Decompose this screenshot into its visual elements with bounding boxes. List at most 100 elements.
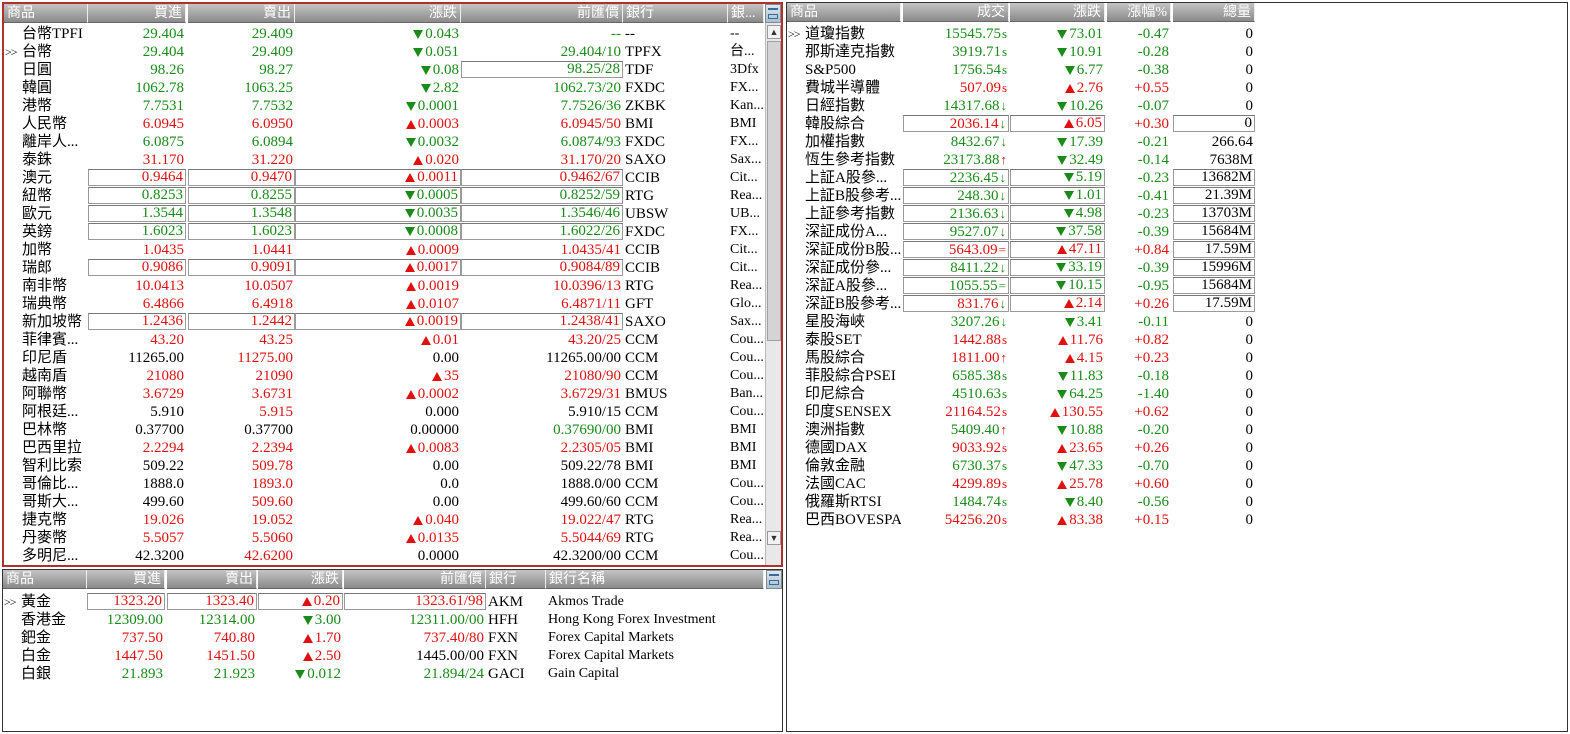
column-header-ask[interactable]: 賣出 (188, 4, 295, 23)
column-header-change[interactable]: 漲跌 (295, 4, 461, 23)
quote-row[interactable]: 人民幣 6.0945 6.0950 0.0003 6.0945/50 BMI BMI (4, 115, 781, 133)
quote-row[interactable]: 歐元 1.3544 1.3548 0.0035 1.3546/46 UBSW UB... (4, 205, 781, 223)
quote-row[interactable]: 紐幣 0.8253 0.8255 0.0005 0.8252/59 RTG Rea... (4, 187, 781, 205)
quote-row[interactable]: 泰股SET 1442.88s 11.76 +0.82 0 (787, 331, 1567, 349)
quote-row[interactable]: 台幣TPFI 29.404 29.409 0.043 -- -- -- (4, 25, 781, 43)
quote-row[interactable]: 菲律賓... 43.20 43.25 0.01 43.20/25 CCM Cou... (4, 331, 781, 349)
quote-row[interactable]: S&P500 1756.54s 6.77 -0.38 0 (787, 61, 1567, 79)
quote-row[interactable]: 瑞典幣 6.4866 6.4918 0.0107 6.4871/11 GFT Glo... (4, 295, 781, 313)
column-header-bank-name[interactable]: 銀... (728, 4, 764, 23)
column-header-ask[interactable]: 賣出 (167, 570, 257, 589)
quote-row[interactable]: 馬股綜合 1811.00↑ 4.15 +0.23 0 (787, 349, 1567, 367)
quote-row[interactable]: 俄羅斯RTSI 1484.74s 8.40 -0.56 0 (787, 493, 1567, 511)
quote-row[interactable]: 離岸人... 6.0875 6.0894 0.0032 6.0874/93 FXDC FX.… (4, 133, 781, 151)
quote-row[interactable]: 印尼綜合 4510.63s 64.25 -1.40 0 (787, 385, 1567, 403)
quote-row[interactable]: 日經指數 14317.68↓ 10.26 -0.07 0 (787, 97, 1567, 115)
indices-quote-panel[interactable]: 商品 成交 漲跌 漲幅% 總量 >> 道瓊指數 15545.75s 73.01 -0.47 0 那斯… (786, 2, 1568, 732)
column-header-last-price[interactable]: 成交 (903, 3, 1009, 22)
quote-row[interactable]: 日圓 98.26 98.27 0.08 98.25/28 TDF 3Dfx (4, 61, 781, 79)
quote-row[interactable]: 巴西BOVESPA 54256.20s 83.38 +0.15 0 (787, 511, 1567, 529)
quote-row[interactable]: 智利比索 509.22 509.78 0.00 509.22/78 BMI BMI (4, 457, 781, 475)
quote-row[interactable]: 南非幣 10.0413 10.0507 0.0019 10.0396/13 RTG Rea.… (4, 277, 781, 295)
column-header-name[interactable]: 商品 (4, 4, 88, 23)
column-header-prev-rate[interactable]: 前匯價 (461, 4, 623, 23)
column-header-bank-code[interactable]: 銀行 (486, 570, 546, 589)
forex-quote-panel[interactable]: 商品 買進 賣出 漲跌 前匯價 銀行 銀... 台幣TPFI 29.404 29.409 0.04… (2, 2, 783, 567)
quote-row[interactable]: 韓圓 1062.78 1063.25 2.82 1062.73/20 FXDC FX... (4, 79, 781, 97)
column-header-bank-code[interactable]: 銀行 (623, 4, 728, 23)
quote-row[interactable]: 恆生參考指數 23173.88↑ 32.49 -0.14 7638M (787, 151, 1567, 169)
quote-row[interactable]: 白銀 21.893 21.923 0.012 21.894/24 GACI Gain Cap… (3, 665, 782, 683)
name-cell: 台幣TPFI (20, 25, 88, 43)
quote-row[interactable]: 泰銖 31.170 31.220 0.020 31.170/20 SAXO Sax... (4, 151, 781, 169)
volume-cell: 17.59M (1173, 241, 1255, 258)
column-header-change[interactable]: 漲跌 (1010, 3, 1105, 22)
quote-row[interactable]: 越南盾 21080 21090 35 21080/90 CCM Cou... (4, 367, 781, 385)
quote-row[interactable]: 澳洲指數 5409.40↑ 10.88 -0.20 0 (787, 421, 1567, 439)
quote-row[interactable]: 菲股綜合PSEI 6585.38s 11.83 -0.18 0 (787, 367, 1567, 385)
scroll-up-icon[interactable]: ▲ (767, 25, 781, 39)
scroll-down-icon[interactable]: ▼ (767, 531, 781, 545)
column-header-bid[interactable]: 買進 (87, 570, 165, 589)
quote-row[interactable]: 印尼盾 11265.00 11275.00 0.00 11265.00/00 CCM Cou… (4, 349, 781, 367)
column-header-bid[interactable]: 買進 (88, 4, 186, 23)
quote-row[interactable]: 英鎊 1.6023 1.6023 0.0008 1.6022/26 FXDC FX... (4, 223, 781, 241)
bank-name-cell: Cou... (728, 367, 764, 385)
quote-row[interactable]: 加幣 1.0435 1.0441 0.0009 1.0435/41 CCIB Cit... (4, 241, 781, 259)
quote-row[interactable]: 法國CAC 4299.89s 25.78 +0.60 0 (787, 475, 1567, 493)
quote-row[interactable]: 德國DAX 9033.92s 23.65 +0.26 0 (787, 439, 1567, 457)
quote-row[interactable]: 澳元 0.9464 0.9470 0.0011 0.9462/67 CCIB Cit... (4, 169, 781, 187)
change-value: 2.82 (432, 80, 459, 96)
quote-row[interactable]: 深証成份參... 8411.22↓ 33.19 -0.39 15996M (787, 259, 1567, 277)
column-header-change[interactable]: 漲跌 (258, 570, 343, 589)
forex-scrollbar[interactable]: ▲ ▼ (765, 23, 781, 565)
quote-row[interactable]: 印度SENSEX 21164.52s 130.55 +0.62 0 (787, 403, 1567, 421)
column-header-name[interactable]: 商品 (3, 570, 87, 589)
quote-row[interactable]: 費城半導體 507.09s 2.76 +0.55 0 (787, 79, 1567, 97)
quote-row[interactable]: 丹麥幣 5.5057 5.5060 0.0135 5.5044/69 RTG Rea... (4, 529, 781, 547)
quote-row[interactable]: 星股海峽 3207.26↓ 3.41 -0.11 0 (787, 313, 1567, 331)
panel-settings-icon[interactable] (765, 4, 781, 23)
quote-row[interactable]: 捷克幣 19.026 19.052 0.040 19.022/47 RTG Rea... (4, 511, 781, 529)
name-value: 白銀 (21, 666, 52, 682)
quote-row[interactable]: 上証A股參... 2236.45↓ 5.19 -0.23 13682M (787, 169, 1567, 187)
column-header-name[interactable]: 商品 (787, 3, 901, 22)
metals-quote-panel[interactable]: 商品 買進 賣出 漲跌 前匯價 銀行 銀行名稱 >> 黃金 1323.20 1323.40 0.20… (2, 569, 783, 732)
quote-row[interactable]: 韓股綜合 2036.14↓ 6.05 +0.30 0 (787, 115, 1567, 133)
quote-row[interactable]: 加權指數 8432.67↓ 17.39 -0.21 266.64 (787, 133, 1567, 151)
quote-row[interactable]: 香港金 12309.00 12314.00 3.00 12311.00/00 HFH Hon… (3, 611, 782, 629)
quote-row[interactable]: 鈀金 737.50 740.80 1.70 737.40/80 FXN Forex Capi… (3, 629, 782, 647)
quote-row[interactable]: 哥斯大... 499.60 509.60 0.00 499.60/60 CCM Cou... (4, 493, 781, 511)
quote-row[interactable]: 巴西里拉 2.2294 2.2394 0.0083 2.2305/05 BMI BMI (4, 439, 781, 457)
column-header-change-pct[interactable]: 漲幅% (1107, 3, 1171, 22)
scroll-thumb[interactable] (767, 41, 781, 341)
quote-row[interactable]: 哥倫比... 1888.0 1893.0 0.0 1888.0/00 CCM Cou... (4, 475, 781, 493)
quote-row[interactable]: >> 台幣 29.404 29.409 0.051 29.404/10 TPFX 台... (4, 43, 781, 61)
quote-row[interactable]: 上証參考指數 2136.63↓ 4.98 -0.23 13703M (787, 205, 1567, 223)
quote-row[interactable]: 深証B股參考... 831.76↓ 2.14 +0.26 17.59M (787, 295, 1567, 313)
quote-row[interactable]: 巴林幣 0.37700 0.37700 0.00000 0.37690/00 BMI BMI (4, 421, 781, 439)
name-cell: 韓圓 (20, 79, 88, 97)
quote-row[interactable]: 阿根廷... 5.910 5.915 0.000 5.910/15 CCM Cou... (4, 403, 781, 421)
quote-row[interactable]: 深証成份A... 9527.07↓ 37.58 -0.39 15684M (787, 223, 1567, 241)
panel-settings-icon[interactable] (766, 570, 782, 589)
column-header-prev-rate[interactable]: 前匯價 (344, 570, 486, 589)
quote-row[interactable]: 港幣 7.7531 7.7532 0.0001 7.7526/36 ZKBK Kan... (4, 97, 781, 115)
last-price-cell: 1756.54s (903, 61, 1009, 79)
quote-row[interactable]: 倫敦金融 6730.37s 47.33 -0.70 0 (787, 457, 1567, 475)
quote-row[interactable]: 深証成份B股... 5643.09= 47.11 +0.84 17.59M (787, 241, 1567, 259)
quote-row[interactable]: 深証A股參... 1055.55= 10.15 -0.95 15684M (787, 277, 1567, 295)
tick-direction-icon: s (1001, 476, 1007, 491)
quote-row[interactable]: 瑞郎 0.9086 0.9091 0.0017 0.9084/89 CCIB Cit... (4, 259, 781, 277)
column-header-volume[interactable]: 總量 (1173, 3, 1255, 22)
quote-row[interactable]: >> 道瓊指數 15545.75s 73.01 -0.47 0 (787, 25, 1567, 43)
quote-row[interactable]: 阿聯幣 3.6729 3.6731 0.0002 3.6729/31 BMUS Ban... (4, 385, 781, 403)
bid-value: 499.60 (142, 494, 184, 510)
column-header-bank-name[interactable]: 銀行名稱 (546, 570, 764, 589)
quote-row[interactable]: >> 黃金 1323.20 1323.40 0.20 1323.61/98 AKM Akmos… (3, 593, 782, 611)
quote-row[interactable]: 多明尼... 42.3200 42.6200 0.0000 42.3200/00 CCM C… (4, 547, 781, 565)
quote-row[interactable]: 白金 1447.50 1451.50 2.50 1445.00/00 FXN Forex C… (3, 647, 782, 665)
quote-row[interactable]: 上証B股參考... 248.30↓ 1.01 -0.41 21.39M (787, 187, 1567, 205)
quote-row[interactable]: 那斯達克指數 3919.71s 10.91 -0.28 0 (787, 43, 1567, 61)
quote-row[interactable]: 新加坡幣 1.2436 1.2442 0.0019 1.2438/41 SAXO Sax..… (4, 313, 781, 331)
